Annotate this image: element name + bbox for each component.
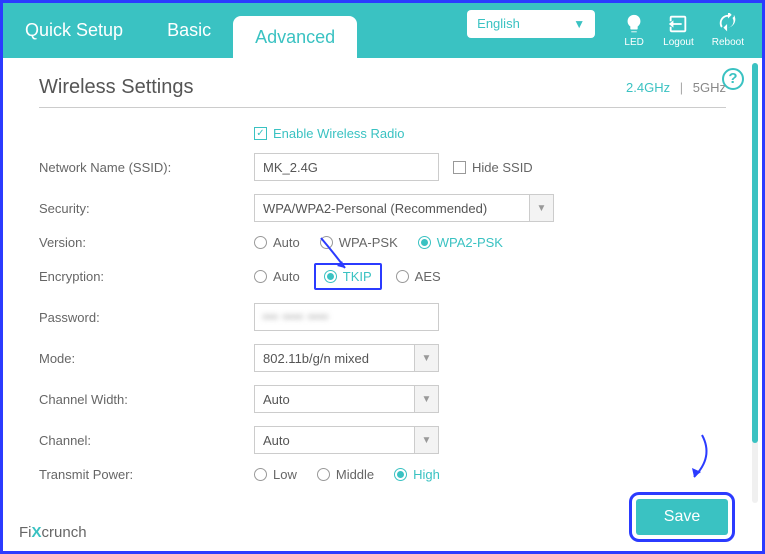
channel-label: Channel: bbox=[39, 433, 254, 448]
watermark-logo: FiXcrunch bbox=[19, 524, 87, 541]
header-bar: Quick Setup Basic Advanced English ▼ LED… bbox=[3, 3, 762, 58]
ssid-input[interactable] bbox=[254, 153, 439, 181]
chevron-down-icon: ▼ bbox=[529, 195, 553, 221]
reboot-icon bbox=[717, 13, 739, 35]
chevron-down-icon: ▼ bbox=[414, 345, 438, 371]
version-label: Version: bbox=[39, 235, 254, 250]
band-switcher: 2.4GHz | 5GHz bbox=[626, 80, 726, 95]
password-label: Password: bbox=[39, 310, 254, 325]
scrollbar[interactable] bbox=[752, 63, 758, 503]
header-icons: LED Logout Reboot bbox=[623, 13, 744, 48]
band-5ghz[interactable]: 5GHz bbox=[693, 80, 726, 95]
chevron-down-icon: ▼ bbox=[414, 386, 438, 412]
content-area: ? Wireless Settings 2.4GHz | 5GHz ✓ Enab… bbox=[3, 58, 762, 482]
version-wpapsk-radio[interactable]: WPA-PSK bbox=[320, 235, 398, 250]
scrollbar-thumb[interactable] bbox=[752, 63, 758, 443]
logout-icon bbox=[667, 13, 689, 35]
transmit-label: Transmit Power: bbox=[39, 467, 254, 482]
security-select[interactable]: WPA/WPA2-Personal (Recommended) ▼ bbox=[254, 194, 554, 222]
encryption-auto-radio[interactable]: Auto bbox=[254, 269, 300, 284]
tkip-highlight: TKIP bbox=[314, 263, 382, 290]
checkbox-checked-icon: ✓ bbox=[254, 127, 267, 140]
mode-select[interactable]: 802.11b/g/n mixed ▼ bbox=[254, 344, 439, 372]
encryption-radio-group: Auto TKIP AES bbox=[254, 263, 441, 290]
encryption-tkip-radio[interactable]: TKIP bbox=[324, 269, 372, 284]
encryption-aes-radio[interactable]: AES bbox=[396, 269, 441, 284]
version-radio-group: Auto WPA-PSK WPA2-PSK bbox=[254, 235, 503, 250]
tab-basic[interactable]: Basic bbox=[145, 3, 233, 58]
channel-width-label: Channel Width: bbox=[39, 392, 254, 407]
reboot-button[interactable]: Reboot bbox=[712, 13, 744, 48]
enable-wireless-checkbox[interactable]: ✓ Enable Wireless Radio bbox=[254, 126, 726, 141]
checkbox-unchecked-icon bbox=[453, 161, 466, 174]
transmit-radio-group: Low Middle High bbox=[254, 467, 440, 482]
language-value: English bbox=[477, 16, 520, 31]
page-title: Wireless Settings bbox=[39, 76, 194, 99]
chevron-down-icon: ▼ bbox=[414, 427, 438, 453]
tab-advanced[interactable]: Advanced bbox=[233, 16, 357, 58]
help-icon[interactable]: ? bbox=[722, 68, 744, 90]
band-24ghz[interactable]: 2.4GHz bbox=[626, 80, 670, 95]
led-icon bbox=[623, 13, 645, 35]
hide-ssid-checkbox[interactable]: Hide SSID bbox=[453, 160, 533, 175]
password-input[interactable]: ••• •••• •••• bbox=[254, 303, 439, 331]
logout-button[interactable]: Logout bbox=[663, 13, 694, 48]
chevron-down-icon: ▼ bbox=[573, 17, 585, 31]
channel-select[interactable]: Auto ▼ bbox=[254, 426, 439, 454]
transmit-high-radio[interactable]: High bbox=[394, 467, 440, 482]
transmit-middle-radio[interactable]: Middle bbox=[317, 467, 374, 482]
tab-quick-setup[interactable]: Quick Setup bbox=[3, 3, 145, 58]
version-auto-radio[interactable]: Auto bbox=[254, 235, 300, 250]
encryption-label: Encryption: bbox=[39, 269, 254, 284]
ssid-label: Network Name (SSID): bbox=[39, 160, 254, 175]
mode-label: Mode: bbox=[39, 351, 254, 366]
channel-width-select[interactable]: Auto ▼ bbox=[254, 385, 439, 413]
save-button[interactable]: Save bbox=[636, 499, 728, 535]
title-row: Wireless Settings 2.4GHz | 5GHz bbox=[39, 76, 726, 108]
security-label: Security: bbox=[39, 201, 254, 216]
led-button[interactable]: LED bbox=[623, 13, 645, 48]
transmit-low-radio[interactable]: Low bbox=[254, 467, 297, 482]
version-wpa2psk-radio[interactable]: WPA2-PSK bbox=[418, 235, 503, 250]
language-select[interactable]: English ▼ bbox=[467, 10, 595, 38]
